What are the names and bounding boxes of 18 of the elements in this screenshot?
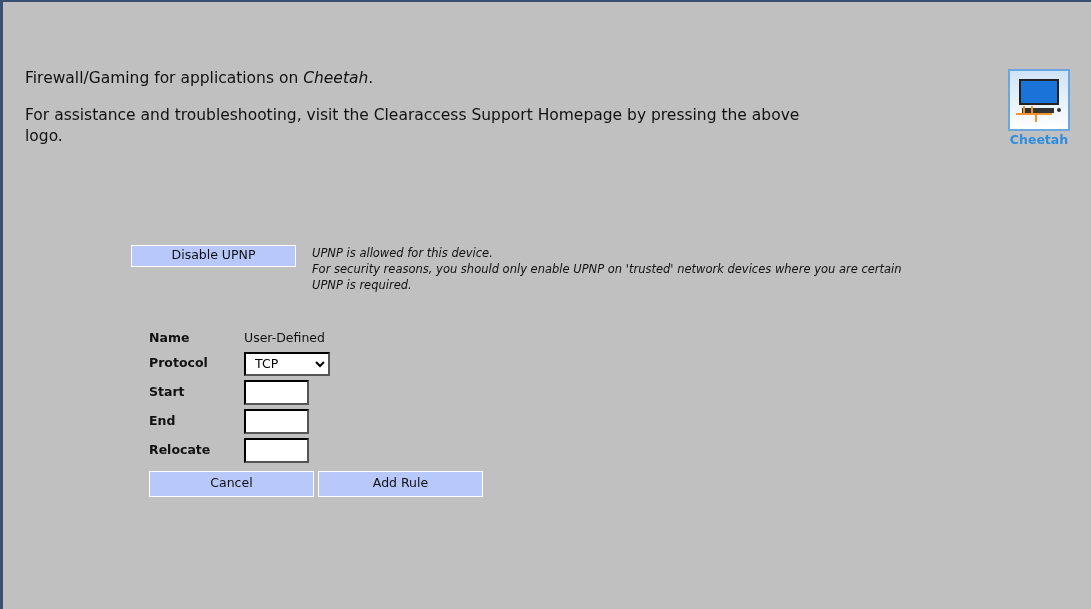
- form-button[interactable]: Cancel: [149, 470, 314, 497]
- form-button[interactable]: Add Rule: [318, 470, 483, 497]
- name-value: User-Defined: [244, 328, 325, 347]
- port-input-field[interactable]: [244, 437, 309, 463]
- upnp-status-text: UPNP is allowed for this device.: [312, 244, 494, 261]
- page-title: Firewall/Gaming for applications on Cheetah.: [25, 68, 375, 89]
- upnp-warning-text: For security reasons, you should only enable UPNP on 'trusted' network devices where you are certain UPNP is required.: [312, 260, 903, 293]
- field-label: Name: [149, 328, 191, 347]
- help-text: For assistance and troubleshooting, visit the Clearaccess Support Homepage by pressing the above logo.: [25, 105, 801, 147]
- port-input-field[interactable]: [244, 408, 309, 434]
- field-label: Protocol: [149, 354, 209, 373]
- disable-upnp-button[interactable]: Disable UPNP: [131, 244, 296, 267]
- port-input-field[interactable]: [244, 379, 309, 405]
- field-label: End: [149, 411, 177, 430]
- protocol-select[interactable]: TCP: [244, 351, 330, 376]
- monitor-logo-icon[interactable]: [1008, 69, 1070, 131]
- field-label: Start: [149, 382, 186, 401]
- field-label: Relocate: [149, 440, 212, 459]
